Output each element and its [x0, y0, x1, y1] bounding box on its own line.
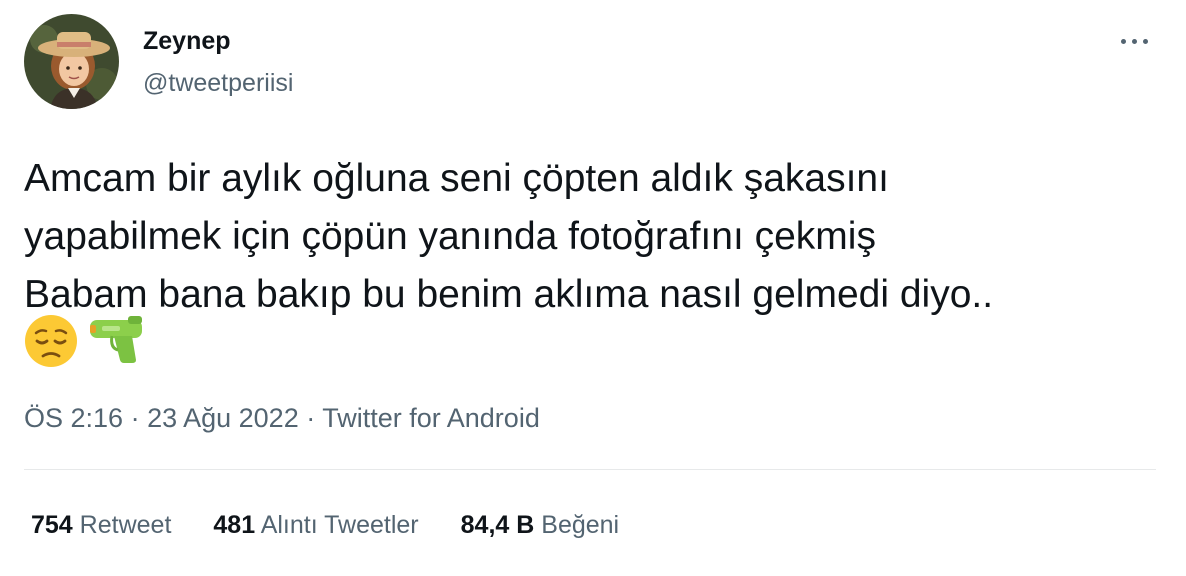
likes-stat[interactable]: 84,4 B Beğeni	[461, 507, 619, 543]
display-name[interactable]: Zeynep	[143, 26, 231, 56]
quotes-count: 481	[213, 511, 256, 539]
likes-count: 84,4 B	[460, 511, 535, 539]
avatar[interactable]	[24, 14, 119, 109]
avatar-illustration	[24, 14, 119, 109]
tweet-emojis	[24, 314, 146, 368]
tweet-stats: 754 Retweet 481 Alıntı Tweetler 84,4 B B…	[31, 507, 661, 543]
tweet-text-line: Babam bana bakıp bu benim aklıma nasıl g…	[24, 273, 994, 316]
tweet-text: Amcam bir aylık oğluna seni çöpten aldık…	[24, 150, 1174, 324]
retweets-label: Retweet	[79, 511, 172, 539]
user-handle[interactable]: @tweetperiisi	[143, 68, 293, 98]
retweets-count: 754	[31, 511, 73, 539]
tweet-source[interactable]: Twitter for Android	[322, 403, 540, 433]
pensive-face-emoji	[25, 315, 77, 367]
retweets-stat[interactable]: 754 Retweet	[31, 507, 171, 543]
quotes-label: Alıntı Tweetler	[260, 511, 419, 539]
meta-separator: ·	[298, 403, 323, 433]
tweet-date[interactable]: 23 Ağu 2022	[147, 403, 299, 433]
more-options-icon[interactable]	[1114, 28, 1154, 54]
meta-separator: ·	[123, 403, 148, 433]
tweet-text-line: Amcam bir aylık oğluna seni çöpten aldık…	[24, 157, 889, 200]
tweet-meta: ÖS 2:16 · 23 Ağu 2022 · Twitter for Andr…	[24, 400, 540, 436]
tweet-time[interactable]: ÖS 2:16	[24, 403, 123, 433]
quotes-stat[interactable]: 481 Alıntı Tweetler	[213, 507, 418, 543]
water-pistol-emoji	[90, 316, 142, 363]
likes-label: Beğeni	[541, 511, 620, 539]
tweet-text-line: yapabilmek için çöpün yanında fotoğrafın…	[24, 215, 876, 258]
divider	[24, 469, 1156, 470]
